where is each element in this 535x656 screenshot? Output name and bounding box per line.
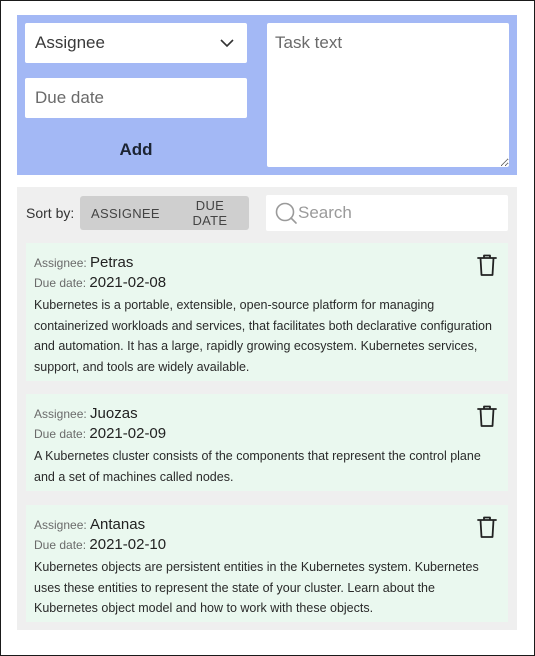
sort-label: Sort by: — [26, 205, 75, 221]
due-date-label: Due date: — [34, 276, 87, 290]
due-date-label: Due date: — [34, 427, 87, 441]
sort-assignee-button[interactable]: ASSIGNEE — [80, 196, 171, 230]
task-assignee: Antanas — [90, 516, 146, 533]
task-text-input[interactable] — [267, 23, 509, 167]
task-card: Assignee: Petras Due date: 2021-02-08 Ku… — [26, 243, 508, 381]
task-text: A Kubernetes cluster consists of the com… — [34, 449, 481, 484]
assignee-label: Assignee: — [34, 256, 87, 270]
assignee-select-value: Assignee — [35, 33, 105, 52]
due-date-label: Due date: — [34, 538, 87, 552]
assignee-select[interactable]: Assignee — [25, 23, 247, 63]
task-assignee: Juozas — [90, 405, 138, 422]
search-input[interactable] — [298, 195, 503, 231]
task-assignee-row: Assignee: Juozas — [34, 404, 500, 424]
trash-icon[interactable] — [476, 515, 498, 539]
task-assignee-row: Assignee: Petras — [34, 253, 500, 273]
task-due-row: Due date: 2021-02-10 — [34, 535, 500, 555]
task-due-date: 2021-02-10 — [89, 536, 167, 553]
sort-due-date-button[interactable]: DUE DATE — [171, 196, 249, 230]
task-due-date: 2021-02-08 — [89, 274, 167, 291]
task-assignee: Petras — [90, 254, 134, 271]
trash-icon[interactable] — [476, 404, 498, 428]
task-card: Assignee: Antanas Due date: 2021-02-10 K… — [26, 505, 508, 622]
task-assignee-row: Assignee: Antanas — [34, 515, 500, 535]
task-text: Kubernetes is a portable, extensible, op… — [34, 298, 492, 374]
add-task-form: Assignee Add — [17, 15, 517, 175]
task-list-panel: Sort by: ASSIGNEE DUE DATE Assignee: Pet… — [17, 187, 517, 630]
assignee-label: Assignee: — [34, 407, 87, 421]
task-text: Kubernetes objects are persistent entiti… — [34, 560, 479, 615]
task-card: Assignee: Juozas Due date: 2021-02-09 A … — [26, 394, 508, 491]
add-button[interactable]: Add — [25, 133, 247, 167]
sort-button-group: ASSIGNEE DUE DATE — [80, 196, 249, 230]
trash-icon[interactable] — [476, 253, 498, 277]
search-box[interactable] — [266, 195, 508, 231]
due-date-input[interactable] — [25, 78, 247, 118]
task-due-row: Due date: 2021-02-08 — [34, 273, 500, 293]
task-due-row: Due date: 2021-02-09 — [34, 424, 500, 444]
search-icon — [275, 202, 297, 224]
task-due-date: 2021-02-09 — [89, 425, 167, 442]
chevron-down-icon — [220, 39, 234, 48]
assignee-label: Assignee: — [34, 518, 87, 532]
